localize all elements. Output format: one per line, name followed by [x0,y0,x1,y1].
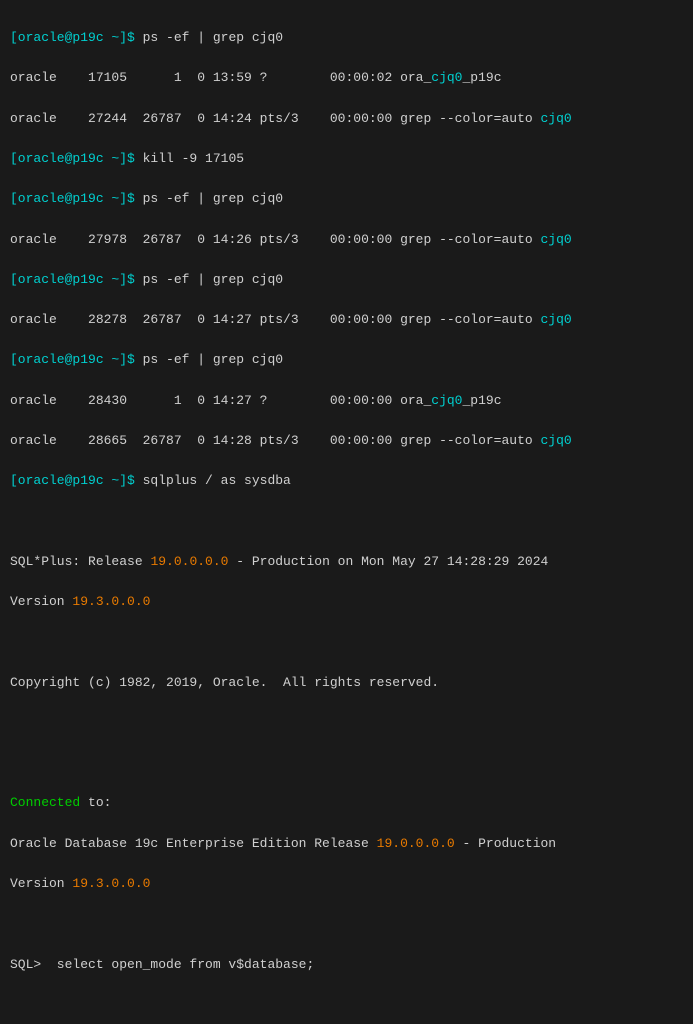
line-version: Version 19.3.0.0.0 [10,592,683,612]
line-12: [oracle@p19c ~]$ sqlplus / as sysdba [10,471,683,491]
line-5: [oracle@p19c ~]$ ps -ef | grep cjq0 [10,189,683,209]
terminal-output: [oracle@p19c ~]$ ps -ef | grep cjq0 orac… [10,8,683,1024]
line-blank-2 [10,632,683,652]
line-4: [oracle@p19c ~]$ kill -9 17105 [10,149,683,169]
cmd: ps -ef | grep cjq0 [143,30,283,45]
line-version2: Version 19.3.0.0.0 [10,874,683,894]
prompt: [oracle@p19c ~]$ [10,30,143,45]
line-2: oracle 17105 1 0 13:59 ? 00:00:02 ora_cj… [10,68,683,88]
line-8: oracle 28278 26787 0 14:27 pts/3 00:00:0… [10,310,683,330]
line-connected: Connected to: [10,793,683,813]
line-blank-1 [10,512,683,532]
prompt: [oracle@p19c ~]$ [10,272,143,287]
line-sql-select: SQL> select open_mode from v$database; [10,955,683,975]
line-6: oracle 27978 26787 0 14:26 pts/3 00:00:0… [10,230,683,250]
prompt: [oracle@p19c ~]$ [10,352,143,367]
prompt: [oracle@p19c ~]$ [10,473,143,488]
prompt: [oracle@p19c ~]$ [10,151,143,166]
line-blank-6 [10,995,683,1015]
line-oracle-db: Oracle Database 19c Enterprise Edition R… [10,834,683,854]
line-3: oracle 27244 26787 0 14:24 pts/3 00:00:0… [10,109,683,129]
line-1: [oracle@p19c ~]$ ps -ef | grep cjq0 [10,28,683,48]
prompt: [oracle@p19c ~]$ [10,191,143,206]
line-sqlplus-release: SQL*Plus: Release 19.0.0.0.0 - Productio… [10,552,683,572]
line-11: oracle 28665 26787 0 14:28 pts/3 00:00:0… [10,431,683,451]
line-blank-5 [10,914,683,934]
line-blank-3 [10,713,683,733]
line-7: [oracle@p19c ~]$ ps -ef | grep cjq0 [10,270,683,290]
line-9: [oracle@p19c ~]$ ps -ef | grep cjq0 [10,350,683,370]
line-10: oracle 28430 1 0 14:27 ? 00:00:00 ora_cj… [10,391,683,411]
line-copyright: Copyright (c) 1982, 2019, Oracle. All ri… [10,673,683,693]
line-blank-4 [10,753,683,773]
